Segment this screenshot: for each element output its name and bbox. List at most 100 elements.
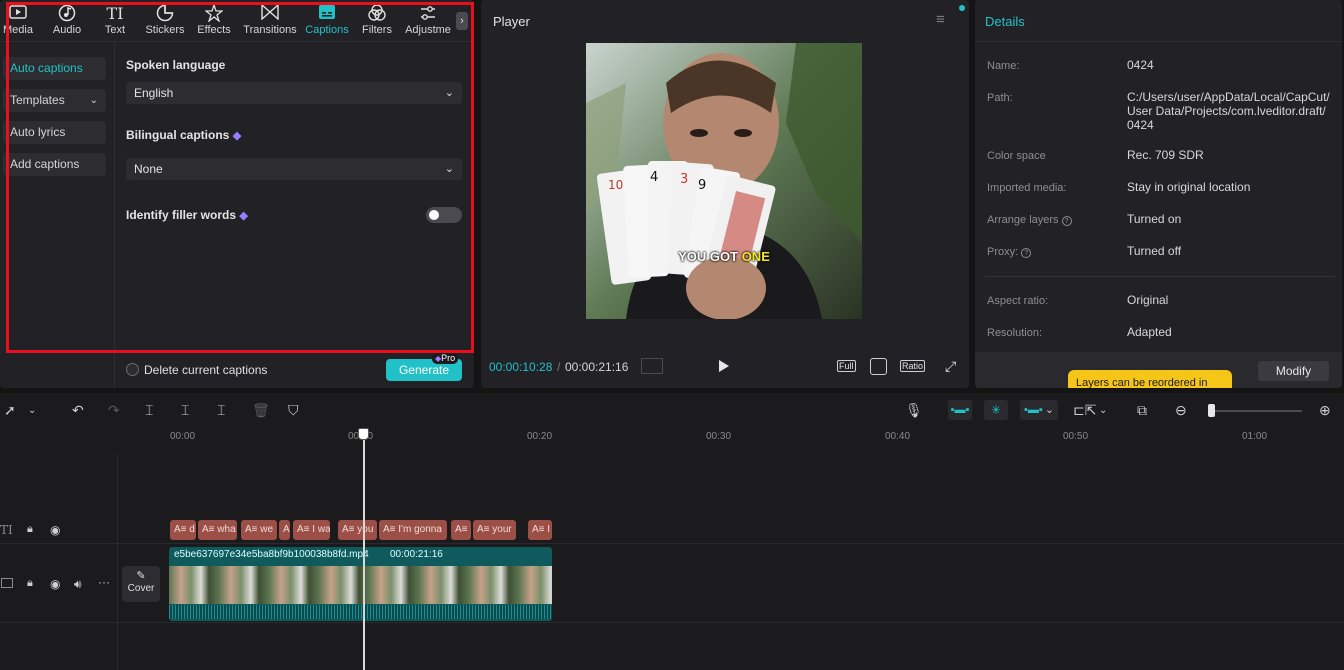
player-panel: Player ≡ 10 4 3 9 YOU GOT ONE 00:00:10:2… bbox=[481, 0, 969, 388]
main-track-magnet-button[interactable]: ▪▬▪ bbox=[948, 400, 972, 420]
zoom-in-icon[interactable]: ⊕ bbox=[1319, 402, 1331, 419]
caption-clip[interactable]: A≡ d bbox=[170, 520, 196, 540]
ratio-button[interactable]: Ratio bbox=[900, 360, 926, 372]
eye-icon[interactable]: ◉ bbox=[50, 577, 60, 591]
svg-text:3: 3 bbox=[680, 172, 688, 187]
detail-value-aspect-ratio: Original bbox=[1127, 293, 1169, 307]
ruler-label: 00:30 bbox=[706, 431, 732, 442]
pro-badge-label: Pro bbox=[441, 353, 456, 363]
video-thumbnails bbox=[169, 566, 552, 604]
detail-key-arrange-layers: Arrange layers ? bbox=[987, 214, 1072, 226]
lock-icon[interactable]: 🔒︎ bbox=[27, 523, 33, 536]
lock-icon[interactable]: 🔒︎ bbox=[27, 577, 33, 590]
detail-key-color-space: Color space bbox=[987, 150, 1046, 162]
split-icon[interactable]: ⌶ bbox=[145, 402, 153, 419]
caption-clip[interactable]: A≡ wha bbox=[198, 520, 237, 540]
snap-icon: ✳ bbox=[990, 403, 1002, 417]
detail-value-name: 0424 bbox=[1127, 58, 1154, 72]
player-menu-icon[interactable]: ≡ bbox=[936, 11, 945, 28]
caption-overlay: YOU GOT ONE bbox=[586, 249, 862, 264]
link-icon: ▪▬▪ bbox=[1024, 404, 1043, 416]
modify-button[interactable]: Modify bbox=[1258, 361, 1329, 381]
video-clip-name: e5be637697e34e5ba8bf9b100038b8fd.mp4 bbox=[174, 549, 369, 560]
track-header-divider bbox=[117, 455, 118, 670]
caption-clip[interactable]: A≡ bbox=[451, 520, 471, 540]
screen-icon[interactable]: ⧉ bbox=[1137, 402, 1147, 419]
microphone-icon[interactable]: 🎙 bbox=[905, 402, 923, 419]
caption-clip[interactable]: A≡ I'm gonna bbox=[379, 520, 447, 540]
caption-clip[interactable]: A≡ your bbox=[473, 520, 516, 540]
ruler-label: 00:40 bbox=[885, 431, 911, 442]
info-icon[interactable]: ? bbox=[1061, 216, 1072, 226]
detail-value-proxy: Turned off bbox=[1127, 244, 1182, 258]
detail-value-imported-media: Stay in original location bbox=[1127, 180, 1251, 194]
shield-icon[interactable]: ⛉ bbox=[288, 402, 299, 419]
cover-label: Cover bbox=[127, 583, 155, 594]
video-track-icon bbox=[1, 578, 13, 588]
chevron-down-icon[interactable]: ⌄ bbox=[28, 405, 36, 416]
caption-clip[interactable]: A≡ bbox=[279, 520, 290, 540]
delete-captions-label: Delete current captions bbox=[144, 363, 268, 377]
fullscreen-icon[interactable]: ⤢ bbox=[945, 358, 956, 375]
chevron-down-icon[interactable]: ⌄ bbox=[1099, 405, 1107, 416]
speaker-icon[interactable]: 🔊︎ bbox=[74, 577, 82, 592]
caption-clip[interactable]: A≡ you bbox=[338, 520, 377, 540]
preview-axis-icon[interactable]: ⊏⇱ bbox=[1073, 402, 1096, 419]
info-icon[interactable]: ? bbox=[1021, 248, 1032, 258]
detail-value-path: C:/Users/user/AppData/Local/CapCut/ User… bbox=[1127, 90, 1330, 132]
video-clip[interactable]: e5be637697e34e5ba8bf9b100038b8fd.mp4 00:… bbox=[169, 547, 552, 621]
svg-text:10: 10 bbox=[608, 178, 623, 192]
caption-clip[interactable]: A≡ I wa bbox=[293, 520, 330, 540]
caption-highlight-word: ONE bbox=[741, 249, 770, 264]
ruler-label: 00:20 bbox=[527, 431, 553, 442]
magnet-icon: ▪▬▪ bbox=[950, 404, 970, 416]
timecode-grid-icon[interactable] bbox=[641, 358, 663, 374]
caption-word: YOU GOT bbox=[678, 249, 742, 264]
time-separator: / bbox=[557, 360, 561, 374]
caption-clip[interactable]: A≡ we bbox=[241, 520, 277, 540]
eye-icon[interactable]: ◉ bbox=[50, 523, 60, 537]
track-divider bbox=[0, 543, 1344, 544]
detail-value-resolution: Adapted bbox=[1127, 325, 1172, 339]
auto-snap-button[interactable]: ✳ bbox=[984, 400, 1008, 420]
arrange-layers-text: Arrange layers bbox=[987, 214, 1059, 226]
ruler-label: 01:00 bbox=[1242, 431, 1268, 442]
detail-key-proxy: Proxy: ? bbox=[987, 246, 1032, 258]
undo-icon[interactable]: ↶ bbox=[72, 402, 84, 419]
track-divider bbox=[0, 622, 1344, 623]
playhead-line bbox=[363, 436, 365, 670]
detail-key-resolution: Resolution: bbox=[987, 327, 1043, 339]
details-title: Details bbox=[985, 14, 1025, 29]
layers-tooltip: Layers can be reordered in bbox=[1068, 370, 1232, 388]
more-icon[interactable]: ··· bbox=[98, 575, 110, 589]
delete-captions-checkbox[interactable] bbox=[126, 363, 139, 376]
zoom-out-icon[interactable]: ⊖ bbox=[1175, 402, 1187, 419]
play-button[interactable] bbox=[718, 359, 730, 376]
delete-icon[interactable]: 🗑 bbox=[252, 402, 270, 419]
video-preview-image: 10 4 3 9 bbox=[586, 43, 862, 319]
linkage-button[interactable]: ▪▬▪ ⌄ bbox=[1020, 400, 1058, 420]
split-right-icon[interactable]: ⌶ bbox=[217, 402, 225, 419]
edit-pencil-icon: ✎ bbox=[136, 570, 146, 582]
play-icon bbox=[719, 360, 729, 372]
full-quality-button[interactable]: Full bbox=[837, 360, 856, 372]
detail-key-path: Path: bbox=[987, 92, 1013, 104]
svg-text:4: 4 bbox=[650, 170, 658, 185]
detail-value-color-space: Rec. 709 SDR bbox=[1127, 148, 1204, 162]
split-left-icon[interactable]: ⌶ bbox=[181, 402, 189, 419]
redo-icon[interactable]: ↷ bbox=[108, 402, 120, 419]
cover-button[interactable]: ✎ Cover bbox=[122, 566, 160, 602]
ruler-label: 00:50 bbox=[1063, 431, 1089, 442]
ruler-label: 00:00 bbox=[170, 431, 196, 442]
playhead-handle[interactable] bbox=[358, 428, 369, 440]
select-tool-icon[interactable]: ➚ bbox=[4, 402, 16, 419]
generate-label: Generate bbox=[398, 363, 450, 377]
text-track-icon: TI bbox=[0, 523, 13, 537]
caption-clip[interactable]: A≡ I bbox=[528, 520, 552, 540]
zoom-fit-icon[interactable] bbox=[870, 358, 887, 375]
chevron-down-icon: ⌄ bbox=[1044, 404, 1055, 416]
zoom-slider-handle[interactable] bbox=[1208, 404, 1215, 417]
zoom-slider[interactable] bbox=[1208, 410, 1302, 412]
video-frame[interactable]: 10 4 3 9 YOU GOT ONE bbox=[586, 43, 862, 319]
status-dot bbox=[959, 5, 965, 11]
